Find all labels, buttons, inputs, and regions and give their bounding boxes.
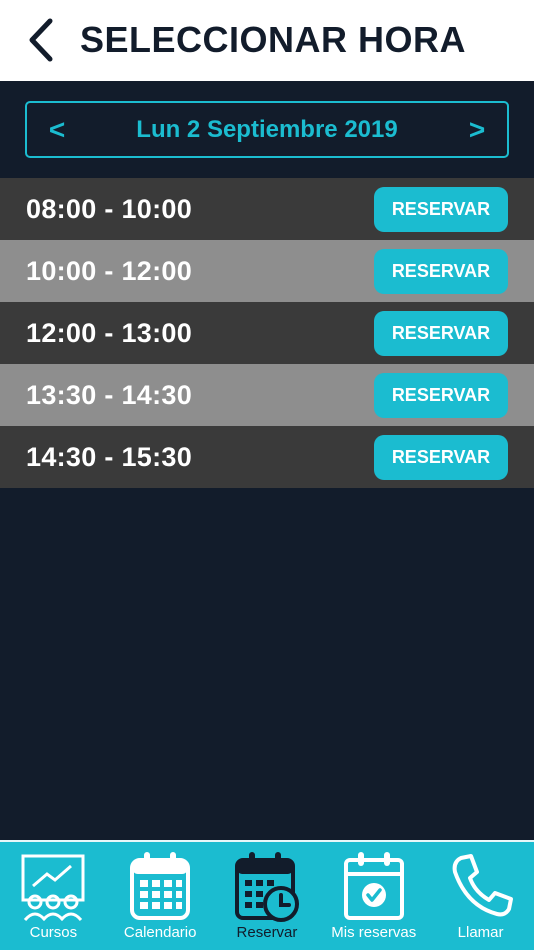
- reserve-button[interactable]: RESERVAR: [374, 372, 508, 418]
- slot-time: 08:00 - 10:00: [26, 193, 193, 224]
- page-title: SELECCIONAR HORA: [80, 19, 467, 60]
- time-slot-row: 12:00 - 13:00 RESERVAR: [0, 302, 534, 364]
- app-header: SELECCIONAR HORA: [0, 0, 534, 81]
- tab-mis-reservas[interactable]: Mis reservas: [321, 842, 427, 950]
- slot-time: 12:00 - 13:00: [26, 317, 193, 348]
- tab-label: Reservar: [236, 924, 298, 941]
- chevron-left-icon[interactable]: [24, 17, 60, 63]
- tab-label: Mis reservas: [331, 924, 417, 941]
- time-slot-row: 08:00 - 10:00 RESERVAR: [0, 178, 534, 240]
- tab-calendario[interactable]: Calendario: [107, 842, 213, 950]
- tab-label: Calendario: [123, 924, 197, 941]
- reserve-button[interactable]: RESERVAR: [374, 310, 508, 356]
- classroom-icon: [21, 854, 85, 922]
- date-selector: < Lun 2 Septiembre 2019 >: [25, 101, 509, 158]
- tab-reservar[interactable]: Reservar: [214, 842, 320, 950]
- selected-date-label: Lun 2 Septiembre 2019: [136, 115, 398, 143]
- calendar-check-icon: [343, 852, 404, 920]
- slot-time: 13:30 - 14:30: [26, 379, 193, 410]
- tab-label: Llamar: [457, 924, 504, 941]
- bottom-tab-bar: Cursos Calendario Reservar Mis reservas …: [0, 840, 534, 950]
- time-slot-row: 10:00 - 12:00 RESERVAR: [0, 240, 534, 302]
- calendar-clock-icon: [234, 852, 299, 922]
- reserve-button[interactable]: RESERVAR: [374, 248, 508, 294]
- slot-time: 14:30 - 15:30: [26, 441, 193, 472]
- time-slot-list: 08:00 - 10:00 RESERVAR 10:00 - 12:00 RES…: [0, 178, 534, 488]
- time-slot-row: 14:30 - 15:30 RESERVAR: [0, 426, 534, 488]
- phone-icon: [452, 854, 513, 917]
- tab-label: Cursos: [29, 924, 78, 941]
- tab-llamar[interactable]: Llamar: [428, 842, 534, 950]
- tab-cursos[interactable]: Cursos: [0, 842, 106, 950]
- time-slot-row: 13:30 - 14:30 RESERVAR: [0, 364, 534, 426]
- reserve-button[interactable]: RESERVAR: [374, 186, 508, 232]
- calendar-icon: [130, 852, 191, 920]
- prev-date-button[interactable]: <: [27, 114, 87, 146]
- slot-time: 10:00 - 12:00: [26, 255, 193, 286]
- reserve-button[interactable]: RESERVAR: [374, 434, 508, 480]
- next-date-button[interactable]: >: [447, 114, 507, 146]
